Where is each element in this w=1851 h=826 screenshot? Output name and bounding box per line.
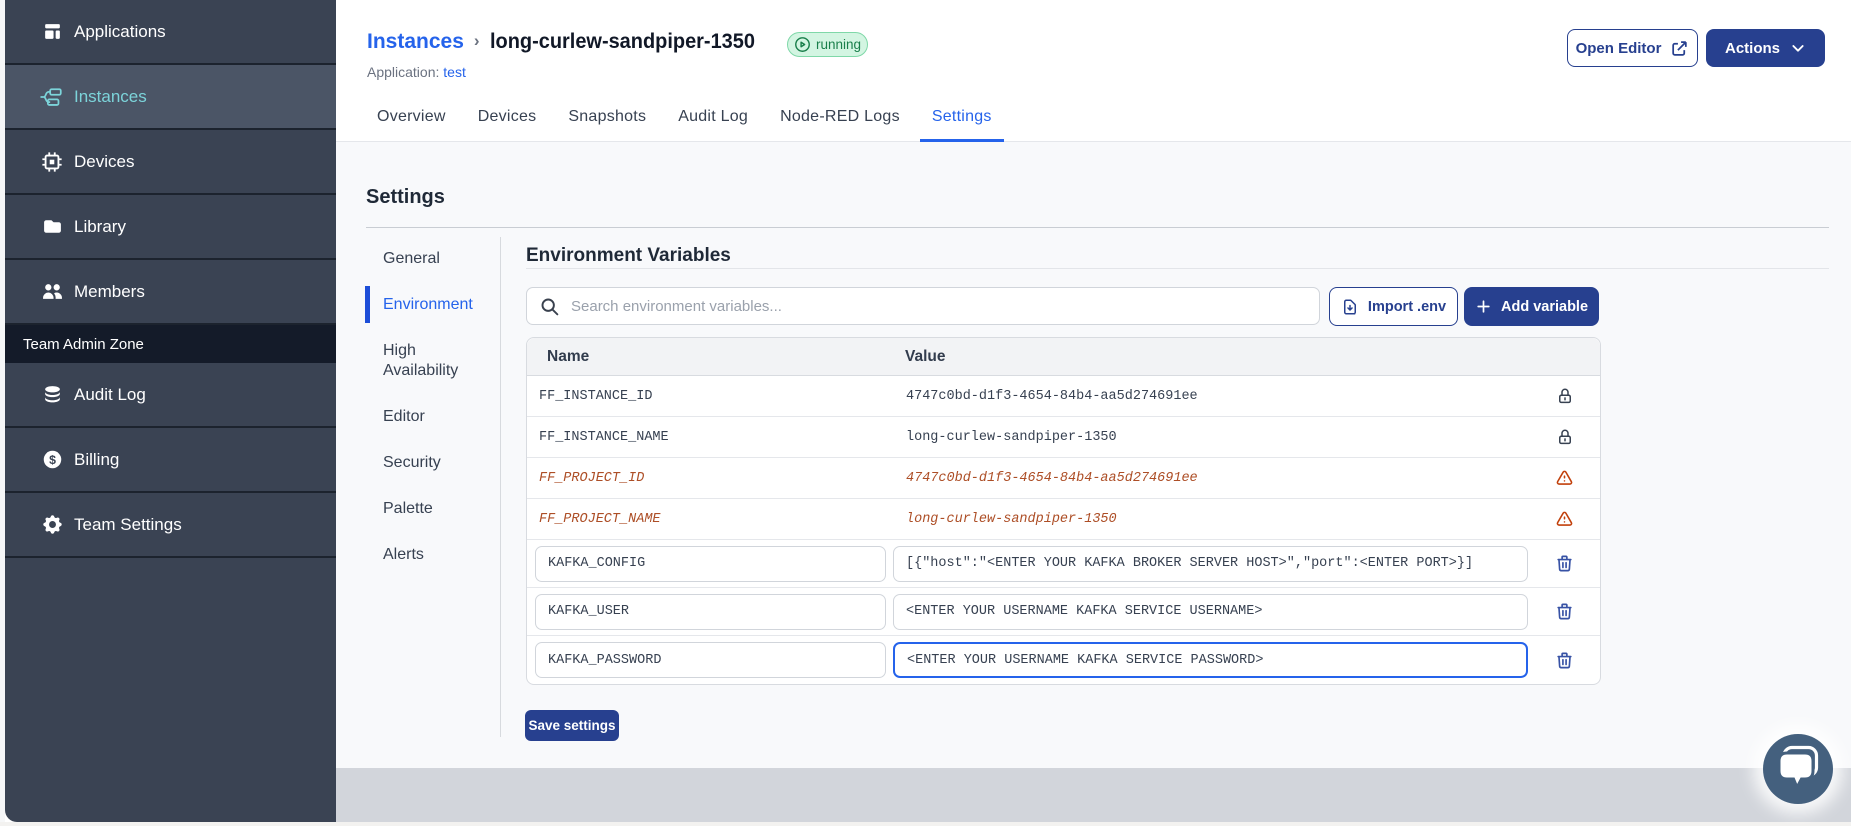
svg-text:$: $ [49,453,56,467]
